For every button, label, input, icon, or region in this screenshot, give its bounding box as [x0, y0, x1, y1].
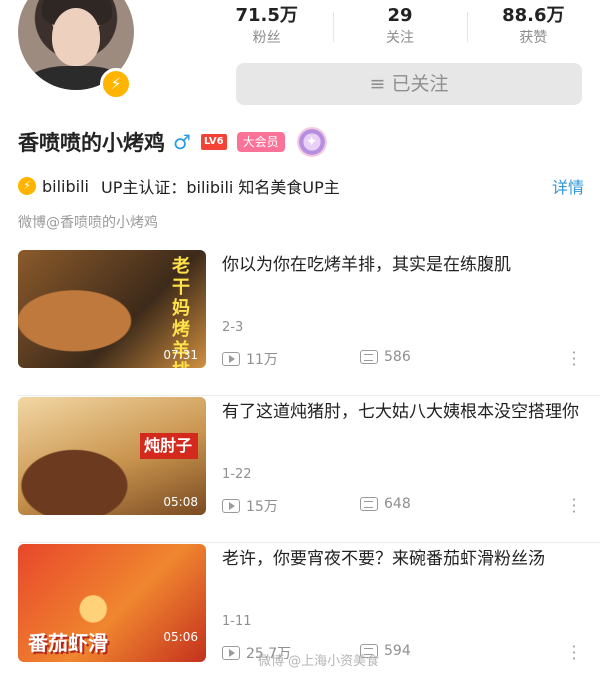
watermark: 微博 @上海小资美食: [258, 654, 380, 669]
stats-bar: 71.5万 粉丝 29 关注 88.6万 获赞: [200, 4, 600, 50]
video-thumbnail[interactable]: 炖肘子 05:08: [18, 397, 206, 515]
medal-icon[interactable]: ✦: [296, 127, 327, 157]
play-count: 11万: [222, 349, 278, 369]
video-thumbnail[interactable]: 番茄虾滑 05:06: [18, 544, 206, 662]
danmaku-icon: [360, 350, 378, 364]
more-options-icon[interactable]: · · ·: [570, 345, 578, 373]
certification-row: ⚡ bilibili UP主认证：bilibili 知名美食UP主 详情: [18, 173, 584, 199]
video-duration: 05:06: [163, 630, 198, 644]
stat-fans[interactable]: 71.5万 粉丝: [200, 4, 333, 50]
danmaku-count: 648: [360, 496, 411, 512]
play-count-value: 11万: [246, 352, 278, 368]
video-duration: 07:31: [163, 348, 198, 362]
play-icon: [222, 646, 240, 660]
avatar-face: [52, 8, 100, 66]
video-date: 1-11: [222, 614, 252, 629]
danmaku-icon: [360, 497, 378, 511]
cert-brand: bilibili: [42, 176, 89, 196]
cert-text: UP主认证：bilibili 知名美食UP主: [100, 178, 340, 197]
video-title[interactable]: 老许，你要宵夜不要？来碗番茄虾滑粉丝汤: [222, 546, 582, 572]
stat-likes[interactable]: 88.6万 获赞: [466, 4, 600, 50]
vip-badge[interactable]: 大会员: [236, 132, 285, 152]
stat-label: 粉丝: [252, 30, 281, 46]
video-title[interactable]: 有了这道炖猪肘，七大姑八大姨根本没空搭理你: [222, 399, 582, 425]
more-options-icon[interactable]: · · ·: [570, 492, 578, 520]
stat-value: 29: [387, 5, 413, 26]
thumbnail-caption: 番茄虾滑: [28, 631, 108, 655]
play-icon: [222, 499, 240, 513]
video-thumbnail[interactable]: 老干妈烤羊排 07:31: [18, 250, 206, 368]
play-icon: [222, 352, 240, 366]
thumbnail-caption: 炖肘子: [140, 433, 198, 459]
more-options-icon[interactable]: · · ·: [570, 639, 578, 667]
video-title[interactable]: 你以为你在吃烤羊排，其实是在练腹肌: [222, 252, 582, 278]
danmaku-count-value: 586: [384, 349, 411, 365]
play-count-value: 15万: [246, 499, 278, 515]
stat-label: 获赞: [519, 30, 548, 46]
divider: [18, 395, 600, 396]
name-row: 香喷喷的小烤鸡 ♂ LV6 大会员 ✦: [18, 124, 327, 160]
video-date: 1-22: [222, 467, 252, 482]
username: 香喷喷的小烤鸡: [18, 131, 165, 155]
play-count: 15万: [222, 496, 278, 516]
stat-value: 88.6万: [502, 5, 565, 26]
video-date: 2-3: [222, 320, 244, 335]
stat-value: 71.5万: [235, 5, 298, 26]
stat-label: 关注: [385, 30, 414, 46]
danmaku-count-value: 594: [384, 643, 411, 659]
lightning-icon: ⚡: [100, 68, 132, 100]
video-item[interactable]: 炖肘子 05:08 有了这道炖猪肘，七大姑八大姨根本没空搭理你 1-22 15万…: [0, 397, 600, 543]
stat-following[interactable]: 29 关注: [333, 4, 466, 50]
danmaku-count: 586: [360, 349, 411, 365]
weibo-handle[interactable]: 微博@香喷喷的小烤鸡: [18, 212, 158, 234]
video-item[interactable]: 老干妈烤羊排 07:31 你以为你在吃烤羊排，其实是在练腹肌 2-3 11万 5…: [0, 250, 600, 396]
followed-button[interactable]: ≡ 已关注: [236, 63, 582, 105]
video-duration: 05:08: [163, 495, 198, 509]
divider: [18, 542, 600, 543]
detail-link[interactable]: 详情: [552, 174, 584, 198]
male-icon: ♂: [173, 130, 191, 154]
level-badge: LV6: [200, 134, 227, 150]
lightning-icon: ⚡: [18, 177, 36, 195]
danmaku-count-value: 648: [384, 496, 411, 512]
